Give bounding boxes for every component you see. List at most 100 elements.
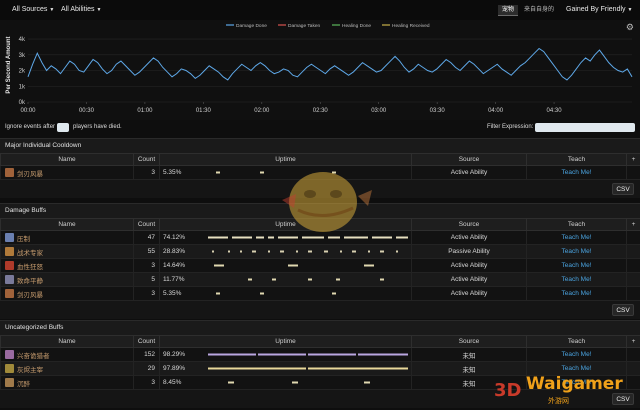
table-row[interactable]: 战术专家 55 28.83% Passive Ability Teach Me! [0, 244, 640, 259]
teach-me-link[interactable]: Teach Me! [526, 258, 627, 273]
buff-icon [5, 378, 14, 387]
header-teach[interactable]: Teach [526, 153, 627, 166]
uptime-segment [358, 353, 408, 356]
row-plus-button[interactable] [626, 375, 640, 390]
header-teach[interactable]: Teach [526, 218, 627, 231]
uptime-bar [216, 292, 336, 295]
header-uptime[interactable]: Uptime [159, 218, 412, 231]
x-tick-label: 02:30 [313, 108, 329, 114]
header-count[interactable]: Count [133, 218, 160, 231]
sources-dropdown[interactable]: All Sources ▼ [12, 6, 54, 13]
buff-name-link[interactable]: 灰烬主宰 [17, 367, 43, 374]
header-name[interactable]: Name [0, 218, 134, 231]
buff-icon [5, 364, 14, 373]
header-plus-button[interactable]: + [626, 218, 640, 231]
table-header: Name Count Uptime Source Teach + [0, 153, 640, 166]
chevron-down-icon: ▼ [49, 7, 55, 13]
table-row[interactable]: 沉醉 3 8.45% 未知 Teach Me! [0, 375, 640, 390]
table-row[interactable]: 致命平静 5 11.77% Active Ability Teach Me! [0, 272, 640, 287]
row-plus-button[interactable] [626, 286, 640, 301]
table-row[interactable]: 血性狂怒 3 14.64% Active Ability Teach Me! [0, 258, 640, 273]
header-uptime[interactable]: Uptime [159, 153, 412, 166]
header-source[interactable]: Source [411, 335, 527, 348]
buff-name-link[interactable]: 压制 [17, 236, 30, 243]
uptime-segment [278, 236, 298, 239]
header-name[interactable]: Name [0, 153, 134, 166]
row-plus-button[interactable] [626, 244, 640, 259]
filter-expression-input[interactable] [535, 123, 635, 132]
buff-name-link[interactable]: 致命平静 [17, 278, 43, 285]
buff-name-cell: 兴奋诡猎者 [0, 347, 134, 362]
uptime-segment [208, 353, 256, 356]
uptime-cell: 5.35% [159, 165, 412, 180]
uptime-segment [228, 250, 230, 253]
buff-table: Name Count Uptime Source Teach + 剑刃风暴 3 … [0, 153, 640, 180]
header-count[interactable]: Count [133, 335, 160, 348]
header-teach[interactable]: Teach [526, 335, 627, 348]
abilities-dropdown[interactable]: All Abilities ▼ [61, 6, 101, 13]
buff-name-link[interactable]: 剑刃风暴 [17, 171, 43, 178]
teach-me-link[interactable]: Teach Me! [526, 244, 627, 259]
buff-name-link[interactable]: 兴奋诡猎者 [17, 353, 50, 360]
teach-me-link[interactable]: Teach Me! [526, 286, 627, 301]
header-uptime[interactable]: Uptime [159, 335, 412, 348]
header-source[interactable]: Source [411, 153, 527, 166]
uptime-segment [328, 236, 340, 239]
table-header: Name Count Uptime Source Teach + [0, 335, 640, 348]
header-count[interactable]: Count [133, 153, 160, 166]
uptime-wrap: 5.35% [163, 167, 408, 179]
uptime-segment [396, 250, 398, 253]
teach-me-link[interactable]: Teach Me! [526, 375, 627, 390]
uptime-cell: 14.64% [159, 258, 412, 273]
table-row[interactable]: 兴奋诡猎者 152 98.29% 未知 Teach Me! [0, 347, 640, 362]
csv-button[interactable]: CSV [612, 304, 634, 316]
table-row[interactable]: 压制 47 74.12% Active Ability Teach Me! [0, 230, 640, 245]
header-plus-button[interactable]: + [626, 335, 640, 348]
uptime-wrap: 8.45% [163, 377, 408, 389]
buff-name-link[interactable]: 沉醉 [17, 381, 30, 388]
teach-me-link[interactable]: Teach Me! [526, 361, 627, 376]
top-toolbar: All Sources ▼ All Abilities ▼ 宠物 来自自身的 Gai… [0, 0, 640, 20]
table-row[interactable]: 灰烬主宰 29 97.89% 未知 Teach Me! [0, 361, 640, 376]
header-name[interactable]: Name [0, 335, 134, 348]
table-row[interactable]: 剑刃风暴 3 5.35% Active Ability Teach Me! [0, 286, 640, 301]
x-tick-label: 03:30 [430, 108, 446, 114]
sources-dropdown-label: All Sources [12, 6, 48, 13]
y-tick-label: 0k [19, 100, 26, 106]
uptime-segment [340, 250, 342, 253]
teach-me-link[interactable]: Teach Me! [526, 165, 627, 180]
buff-name-link[interactable]: 战术专家 [17, 250, 43, 257]
gear-icon[interactable]: ⚙ [626, 22, 634, 33]
row-plus-button[interactable] [626, 165, 640, 180]
uptime-segment [336, 278, 340, 281]
buff-name-link[interactable]: 血性狂怒 [17, 264, 43, 271]
csv-button[interactable]: CSV [612, 393, 634, 405]
header-source[interactable]: Source [411, 218, 527, 231]
csv-button[interactable]: CSV [612, 183, 634, 195]
toggle-pets[interactable]: 宠物 [498, 5, 519, 16]
teach-me-link[interactable]: Teach Me! [526, 230, 627, 245]
teach-me-link[interactable]: Teach Me! [526, 347, 627, 362]
uptime-wrap: 11.77% [163, 274, 408, 286]
header-plus-button[interactable]: + [626, 153, 640, 166]
section-0: Major Individual Cooldown Name Count Upt… [0, 138, 640, 198]
row-plus-button[interactable] [626, 347, 640, 362]
row-plus-button[interactable] [626, 272, 640, 287]
uptime-segment [308, 353, 356, 356]
abilities-dropdown-label: All Abilities [61, 6, 95, 13]
x-tick-label: 01:00 [137, 108, 153, 114]
gained-by-dropdown[interactable]: Gained By Friendly ▼ [566, 6, 632, 13]
ignore-count-input[interactable] [57, 123, 69, 132]
uptime-bar [214, 264, 374, 267]
row-plus-button[interactable] [626, 361, 640, 376]
buff-name-link[interactable]: 剑刃风暴 [17, 292, 43, 299]
teach-me-link[interactable]: Teach Me! [526, 272, 627, 287]
uptime-segment [372, 236, 392, 239]
row-plus-button[interactable] [626, 258, 640, 273]
toggle-self[interactable]: 来自自身的 [520, 5, 558, 16]
uptime-segment [256, 236, 264, 239]
uptime-segment [364, 264, 374, 267]
row-plus-button[interactable] [626, 230, 640, 245]
table-row[interactable]: 剑刃风暴 3 5.35% Active Ability Teach Me! [0, 165, 640, 180]
x-tick-label: 03:00 [371, 108, 387, 114]
